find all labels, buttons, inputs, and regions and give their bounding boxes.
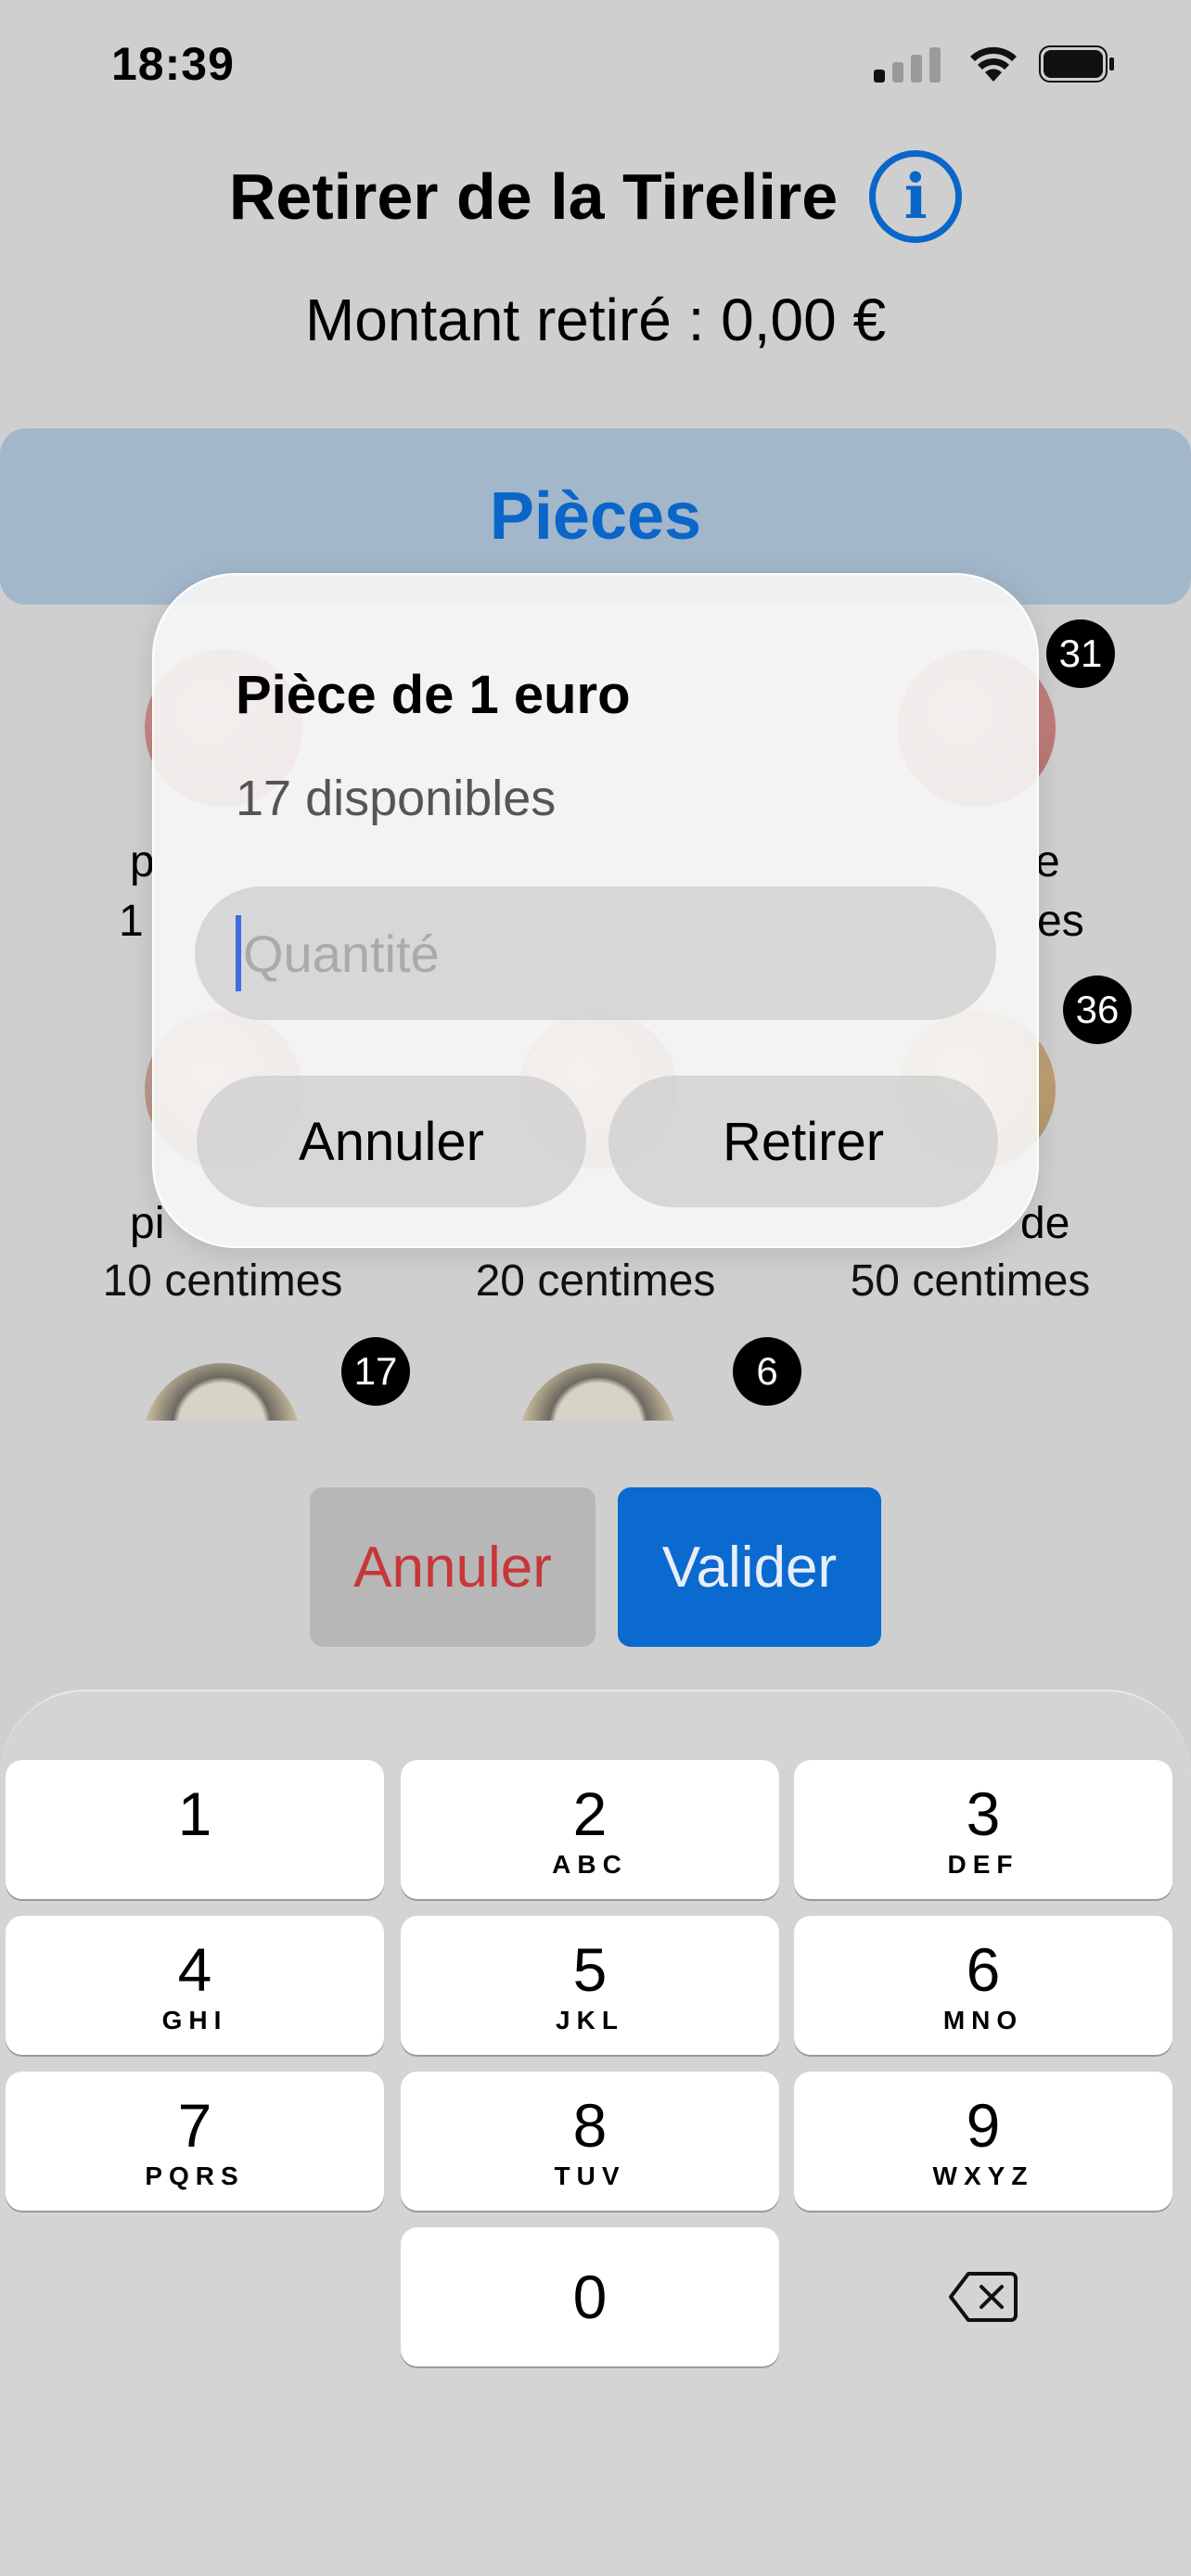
key-digit: 5 [572,1935,608,2004]
key-5[interactable]: 5 JKL [401,1916,779,2055]
coin-label: 20 centimes [475,1256,716,1306]
key-digit: 4 [177,1935,212,2004]
coin-label: p [130,837,155,886]
key-digit: 3 [966,1779,1001,1848]
key-letters: DEF [947,1850,1019,1879]
coin-label: pi [130,1199,165,1248]
coin-count-badge: 31 [1046,619,1115,688]
key-7[interactable]: 7 PQRS [6,2072,384,2211]
coin-count-badge: 17 [341,1337,410,1406]
key-0[interactable]: 0 [401,2227,779,2366]
info-icon[interactable]: i [869,150,963,243]
key-digit: 6 [966,1935,1001,2004]
status-time: 18:39 [111,38,235,90]
coin-label: 50 centimes [850,1256,1091,1306]
delete-key[interactable] [794,2227,1172,2366]
coin-label: 1 [119,897,144,946]
quantity-input[interactable] [243,923,948,984]
key-letters: PQRS [145,2162,245,2190]
numeric-keyboard: 1 2 ABC 3 DEF 4 GHI 5 JKL 6 MNO 7 PQRS 8… [0,1690,1191,2576]
key-digit: 7 [177,2091,212,2160]
key-digit: 9 [966,2091,1001,2160]
battery-icon [1039,45,1114,83]
key-letters: TUV [554,2162,626,2190]
key-letters: ABC [552,1850,628,1879]
key-digit: 1 [177,1779,212,1848]
key-2[interactable]: 2 ABC [401,1760,779,1899]
coin-label: e [1035,837,1060,886]
dialog-withdraw-button[interactable]: Retirer [608,1076,998,1207]
quantity-field[interactable] [195,886,996,1020]
key-letters: WXYZ [932,2162,1034,2190]
text-caret [236,915,241,991]
coin-image-clip [516,1363,683,1421]
coin-label: es [1037,897,1084,946]
key-letters: JKL [556,2006,624,2034]
validate-button[interactable]: Valider [618,1487,881,1647]
wifi-icon [970,46,1017,82]
withdraw-dialog: Pièce de 1 euro 17 disponibles Annuler R… [152,573,1039,1248]
key-letters: GHI [161,2006,228,2034]
key-4[interactable]: 4 GHI [6,1916,384,2055]
coin-image[interactable] [143,1363,301,1421]
key-digit: 2 [572,1779,608,1848]
cellular-signal-icon [874,47,941,83]
withdrawn-amount: Montant retiré : 0,00 € [304,287,887,353]
status-icons [874,45,1115,83]
key-8[interactable]: 8 TUV [401,2072,779,2211]
key-9[interactable]: 9 WXYZ [794,2072,1172,2211]
coin-count-badge: 36 [1063,976,1132,1044]
backspace-icon [949,2272,1018,2322]
cancel-button[interactable]: Annuler [310,1487,596,1647]
dialog-available-count: 17 disponibles [236,771,557,826]
dialog-cancel-button[interactable]: Annuler [197,1076,586,1207]
page-title: Retirer de la Tirelire [228,160,839,233]
coin-image-clip [139,1363,306,1421]
key-digit: 0 [572,2263,608,2331]
key-letters: MNO [942,2006,1024,2034]
key-6[interactable]: 6 MNO [794,1916,1172,2055]
dialog-title: Pièce de 1 euro [236,665,631,725]
coin-image[interactable] [519,1363,677,1421]
key-1[interactable]: 1 [6,1760,384,1899]
coin-label: 10 centimes [102,1256,343,1306]
key-3[interactable]: 3 DEF [794,1760,1172,1899]
key-digit: 8 [572,2091,608,2160]
page-title-row: Retirer de la Tirelire i [0,150,1191,243]
coin-count-badge: 6 [733,1337,801,1406]
tab-coins-label: Pièces [489,479,702,554]
